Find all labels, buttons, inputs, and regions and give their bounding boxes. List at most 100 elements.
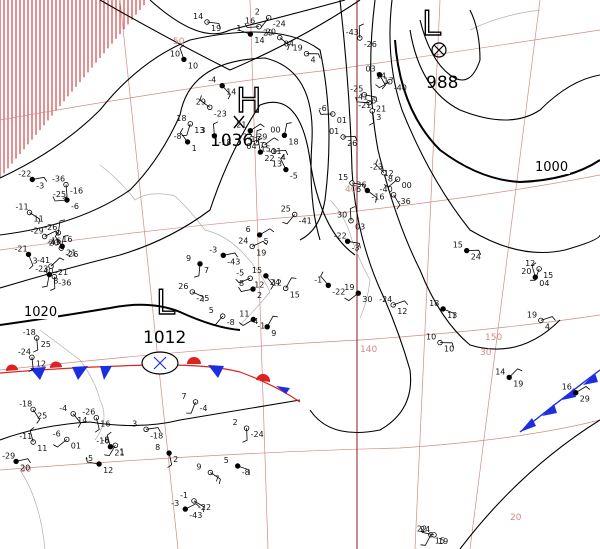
- station-value: 19: [513, 379, 523, 388]
- station-value: 19: [256, 248, 266, 257]
- station-value: 01: [71, 441, 81, 450]
- station-plot: -5 12: [85, 454, 113, 475]
- pressure-center-low-1012: L 1012: [141, 282, 186, 375]
- station-temperature: -24: [18, 347, 31, 356]
- station-temperature: -18: [23, 328, 36, 337]
- station-value: 2: [257, 291, 262, 300]
- station-plot: 29 -23: [196, 95, 227, 118]
- station-temperature: -21: [15, 244, 28, 253]
- station-temperature: 9: [186, 254, 191, 263]
- station-plot: -3 -43: [209, 245, 240, 266]
- station-plot: 26 -25: [178, 282, 209, 303]
- station-temperature: 15: [252, 266, 262, 275]
- station-temperature: 10: [170, 49, 180, 58]
- station-value: 4: [311, 56, 316, 65]
- station-temperature: -11: [16, 203, 29, 212]
- station-plot: -8 1: [101, 435, 124, 456]
- station-plot: 10 10: [170, 44, 198, 70]
- wind-barb: [250, 123, 265, 132]
- station-temperature: 19: [293, 44, 303, 53]
- warm-front-bump: [5, 364, 18, 371]
- station-value: -22: [198, 503, 211, 512]
- warm-front-bump: [187, 357, 201, 364]
- station-plot: 1930: [344, 283, 372, 304]
- station-plot: 00 18: [270, 122, 299, 146]
- station-temperature: -11: [19, 432, 32, 441]
- station-value: -3: [352, 243, 360, 252]
- svg-text:L: L: [156, 283, 175, 323]
- grid-label-lat-30: 30: [480, 348, 492, 358]
- wind-barb: [393, 300, 409, 306]
- station-value: -16: [371, 193, 384, 202]
- station-temperature: 29: [196, 97, 206, 106]
- station-value: 25: [37, 411, 47, 420]
- station-temperature: 20: [521, 267, 531, 276]
- station-temperature: -16: [48, 236, 61, 245]
- station-temperature: 15: [453, 241, 463, 250]
- station-temperature: 2: [255, 8, 260, 17]
- hatched-area: [0, 0, 145, 178]
- cold-front-tooth: [72, 366, 88, 380]
- station-plot: -6 01: [318, 104, 347, 125]
- station-value: 24: [270, 278, 280, 287]
- station-value: -26: [364, 40, 377, 49]
- station-plot: 82: [155, 443, 178, 468]
- station-value: 8: [53, 277, 58, 286]
- station-value: 20: [20, 463, 30, 472]
- station-value: -18: [218, 138, 231, 147]
- station-temperature: -5: [85, 454, 93, 463]
- station-temperature: 19: [344, 283, 354, 292]
- station-value: -36: [58, 279, 71, 288]
- station-plot: -6 01: [53, 429, 81, 450]
- station-value: 12: [103, 466, 113, 475]
- station-plot: 1629: [562, 383, 591, 404]
- station-temperature: -43: [346, 28, 359, 37]
- station-plot: 2 -24: [233, 418, 264, 443]
- station-value: 10: [444, 345, 454, 354]
- station-temperature: 11: [239, 310, 249, 319]
- weather-map: 1000 1020 50 40 30 150 140 30 20 L 988 H…: [0, 0, 600, 549]
- station-temperature: 14: [495, 367, 505, 376]
- station-temperature: -29: [31, 227, 44, 236]
- station-temperature: 6: [246, 225, 251, 234]
- station-temperature: 24: [238, 236, 248, 245]
- station-value: 04: [539, 279, 549, 288]
- station-temperature: -36: [353, 181, 366, 190]
- station-value: -40: [394, 84, 407, 93]
- pressure-center-low-988: L 988: [421, 3, 458, 93]
- station-value: -41: [299, 217, 312, 226]
- station-temperature: 3: [132, 419, 137, 428]
- station-plot: 01 26: [329, 127, 358, 148]
- cold-front-tooth: [208, 365, 224, 378]
- station-temperature: -6: [53, 429, 61, 438]
- station-value: 24: [471, 253, 481, 262]
- station-plot: 14 19: [495, 367, 523, 388]
- station-temperature: -23: [35, 265, 48, 274]
- station-value: -43: [189, 511, 202, 520]
- station-value: 5: [264, 237, 269, 246]
- isobars: [0, 0, 600, 549]
- station-value: -5: [290, 172, 298, 181]
- station-temperature: -8: [101, 435, 109, 444]
- station-temperature: -3: [171, 499, 179, 508]
- station-value: 19: [438, 537, 448, 546]
- station-plot: 97: [186, 254, 209, 278]
- isobar-label-1020: 1020: [24, 305, 57, 320]
- station-temperature: -22: [18, 170, 31, 179]
- station-temperature: 24: [420, 525, 430, 534]
- grid-label-lon-150: 150: [485, 333, 502, 343]
- svg-text:H: H: [236, 81, 262, 121]
- station-value: 14: [226, 88, 236, 97]
- station-temperature: -8: [174, 132, 182, 141]
- station-temperature: 18: [176, 114, 186, 123]
- station-temperature: 4: [253, 317, 258, 326]
- station-value: 13: [194, 126, 204, 135]
- station-temperature: 00: [270, 125, 280, 134]
- station-value: -18: [150, 431, 163, 440]
- station-value: 8: [388, 175, 393, 184]
- station-value: 12: [254, 280, 264, 289]
- wind-barb: [344, 292, 359, 302]
- station-temperature: 7: [182, 392, 187, 401]
- station-plot: -22 -3: [18, 170, 48, 191]
- station-value: -24: [251, 430, 264, 439]
